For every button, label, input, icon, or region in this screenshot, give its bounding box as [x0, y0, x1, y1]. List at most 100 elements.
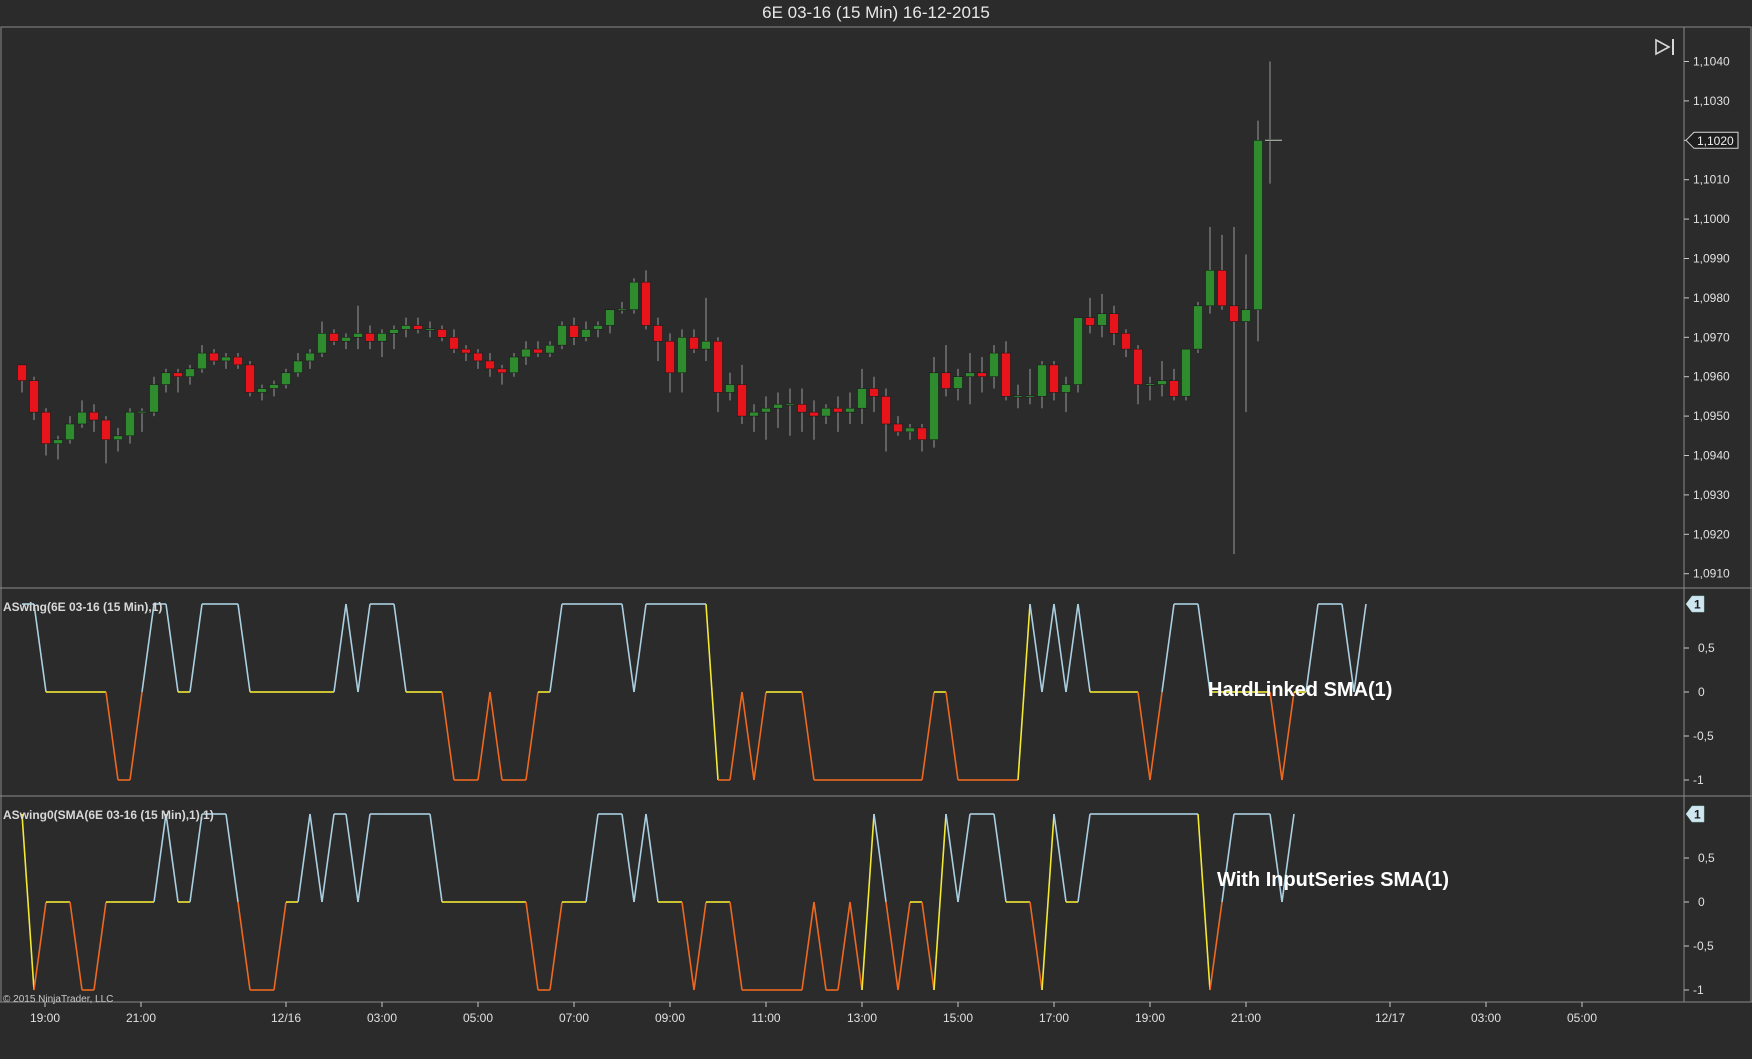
candle[interactable]	[1241, 254, 1251, 413]
candle[interactable]	[233, 353, 243, 369]
candle[interactable]	[1037, 360, 1047, 409]
candle[interactable]	[149, 376, 159, 417]
candle[interactable]	[677, 329, 687, 393]
candle[interactable]	[737, 364, 747, 424]
candle[interactable]	[461, 345, 471, 361]
candle[interactable]	[773, 392, 783, 428]
candle[interactable]	[365, 325, 375, 350]
candle[interactable]	[989, 345, 999, 389]
candle[interactable]	[1181, 348, 1191, 401]
candle[interactable]	[1061, 376, 1071, 413]
candle[interactable]	[377, 329, 387, 357]
candle[interactable]	[113, 427, 123, 452]
candle[interactable]	[341, 333, 351, 350]
aswing-panel[interactable]: -1 -0,5 0 0,5 1 ASwing(6E 03-16 (15 Min),1) Ha…	[3, 595, 1715, 787]
candle[interactable]	[821, 404, 831, 424]
candle[interactable]	[749, 404, 759, 432]
candle[interactable]	[1217, 234, 1227, 310]
candle[interactable]	[281, 368, 291, 389]
chart-canvas[interactable]: 1,0910 1,0920 1,0930 1,0940 1,0950 1,0960 1,09…	[0, 0, 1752, 1059]
candle[interactable]	[197, 345, 207, 373]
candle[interactable]	[557, 321, 567, 350]
candle[interactable]	[353, 305, 363, 350]
candle[interactable]	[53, 435, 63, 460]
candle[interactable]	[809, 400, 819, 440]
candle[interactable]	[269, 380, 279, 397]
candle[interactable]	[317, 321, 327, 357]
candle[interactable]	[1157, 360, 1167, 397]
candle[interactable]	[497, 364, 507, 385]
candle[interactable]	[1229, 226, 1239, 554]
candle[interactable]	[329, 329, 339, 346]
candle[interactable]	[1265, 61, 1275, 184]
candle[interactable]	[593, 321, 603, 338]
candle[interactable]	[77, 400, 87, 428]
candle[interactable]	[293, 353, 303, 377]
candle[interactable]	[17, 364, 27, 393]
candle[interactable]	[941, 345, 951, 397]
candle[interactable]	[881, 388, 891, 452]
price-panel[interactable]: 1,0910 1,0920 1,0930 1,0940 1,0950 1,0960 1,09…	[17, 55, 1739, 581]
candle[interactable]	[581, 321, 591, 342]
candle[interactable]	[869, 376, 879, 413]
candle[interactable]	[905, 423, 915, 440]
candle[interactable]	[1193, 301, 1203, 354]
aswing0-panel[interactable]: -1 -0,5 0 0,5 1 ASwing0(SMA(6E 03-16 (15 Min)…	[3, 805, 1715, 997]
candle[interactable]	[641, 270, 651, 330]
candle[interactable]	[617, 301, 627, 314]
candle[interactable]	[761, 396, 771, 440]
candle[interactable]	[629, 278, 639, 314]
candle[interactable]	[713, 337, 723, 413]
candle[interactable]	[437, 325, 447, 342]
candle[interactable]	[605, 309, 615, 334]
candle[interactable]	[521, 341, 531, 365]
candle[interactable]	[1013, 384, 1023, 409]
candle[interactable]	[701, 297, 711, 361]
candle[interactable]	[1253, 120, 1263, 342]
candle[interactable]	[41, 408, 51, 456]
candle[interactable]	[425, 321, 435, 338]
candle[interactable]	[545, 341, 555, 357]
candle[interactable]	[1001, 341, 1011, 401]
candle[interactable]	[413, 317, 423, 334]
candle[interactable]	[1049, 360, 1059, 401]
candle[interactable]	[1025, 368, 1035, 405]
candle[interactable]	[833, 396, 843, 432]
candle[interactable]	[1133, 345, 1143, 405]
candle[interactable]	[665, 333, 675, 393]
candle[interactable]	[977, 357, 987, 393]
candle[interactable]	[929, 357, 939, 448]
candle[interactable]	[137, 408, 147, 432]
candle[interactable]	[785, 388, 795, 436]
candle[interactable]	[209, 349, 219, 365]
candle[interactable]	[101, 416, 111, 464]
candle[interactable]	[161, 368, 171, 393]
candle[interactable]	[473, 349, 483, 369]
candle[interactable]	[305, 349, 315, 369]
candle[interactable]	[1205, 226, 1215, 314]
candle[interactable]	[389, 325, 399, 350]
candle[interactable]	[65, 416, 75, 444]
candle[interactable]	[653, 317, 663, 361]
candle[interactable]	[533, 341, 543, 357]
candle[interactable]	[89, 404, 99, 432]
candle[interactable]	[449, 329, 459, 354]
candle[interactable]	[185, 364, 195, 385]
candle[interactable]	[965, 353, 975, 405]
candle[interactable]	[257, 384, 267, 401]
candle[interactable]	[1073, 317, 1083, 393]
skip-to-end-icon[interactable]	[1654, 36, 1678, 58]
candle[interactable]	[1109, 305, 1119, 346]
candle[interactable]	[569, 317, 579, 346]
candle[interactable]	[893, 416, 903, 436]
candle[interactable]	[245, 360, 255, 397]
candle[interactable]	[689, 329, 699, 354]
candle[interactable]	[953, 368, 963, 401]
candle[interactable]	[125, 408, 135, 444]
candle[interactable]	[845, 392, 855, 424]
candle[interactable]	[221, 353, 231, 369]
candle[interactable]	[1169, 368, 1179, 401]
candle[interactable]	[173, 368, 183, 393]
candle[interactable]	[509, 353, 519, 377]
candle[interactable]	[29, 376, 39, 421]
